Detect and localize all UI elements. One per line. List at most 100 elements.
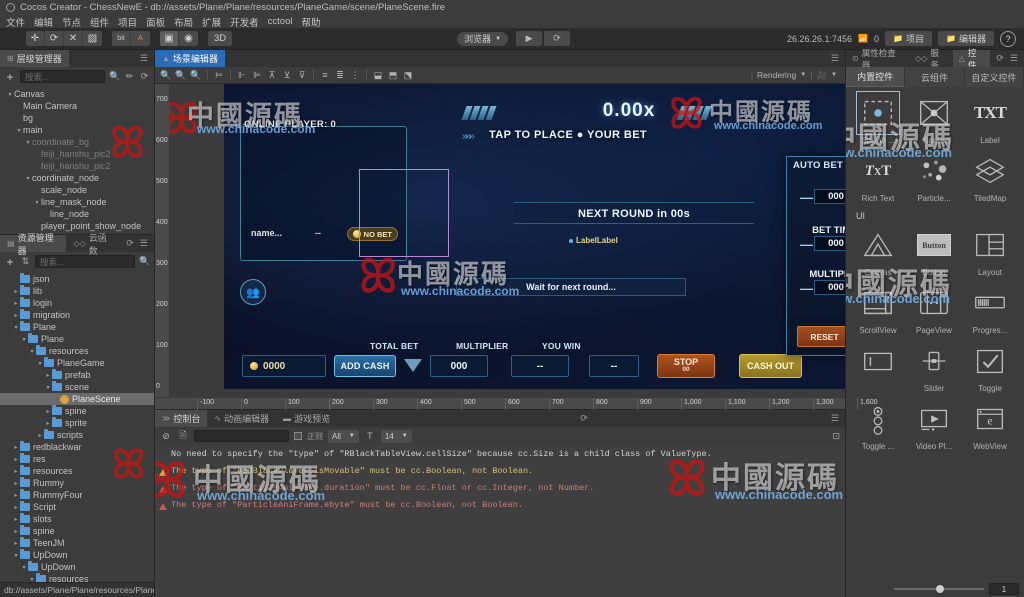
- move-tool-icon[interactable]: ✛: [26, 31, 45, 46]
- distribute-h-icon[interactable]: ≡: [318, 68, 332, 82]
- tab-assets[interactable]: ▤ 资源管理器: [0, 235, 66, 252]
- tab-scene-editor[interactable]: ▲ 场景编辑器: [155, 50, 225, 67]
- add-cash-button[interactable]: ADD CASH: [334, 355, 396, 377]
- hierarchy-node[interactable]: ▾coordinate_node: [0, 172, 154, 184]
- asset-node[interactable]: ▾UpDown: [0, 561, 154, 573]
- asset-node[interactable]: ▸Script: [0, 501, 154, 513]
- hierarchy-node[interactable]: ▾Canvas: [0, 88, 154, 100]
- console-menu-icon[interactable]: ☰: [831, 410, 845, 427]
- auto-multiplier-minus-button[interactable]: —: [800, 282, 813, 295]
- asset-node[interactable]: ▾PlaneGame: [0, 357, 154, 369]
- zoom-slider[interactable]: [894, 588, 984, 590]
- hierarchy-node[interactable]: line_node: [0, 208, 154, 220]
- search-icon[interactable]: 🔍: [139, 256, 150, 267]
- hierarchy-search-input[interactable]: 搜索...: [20, 70, 105, 83]
- scene-menu-icon[interactable]: ☰: [825, 50, 845, 67]
- hierarchy-node[interactable]: Main Camera: [0, 100, 154, 112]
- rotate-tool-icon[interactable]: ⟳: [45, 31, 64, 46]
- auto-bet-setting-dialog[interactable]: AUTO BET SFTTING ✕ BET — 000 + BET TIMES…: [786, 156, 845, 356]
- asset-node[interactable]: ▸migration: [0, 309, 154, 321]
- stop-button[interactable]: STOP 00: [657, 354, 715, 378]
- asset-node[interactable]: ▾resources: [0, 573, 154, 582]
- console-log-row[interactable]: No need to specify the "type" of "RBlack…: [159, 449, 845, 466]
- disclosure-triangle-icon[interactable]: ▸: [12, 312, 20, 319]
- help-button[interactable]: ?: [1000, 31, 1016, 47]
- component-richtext[interactable]: TXTRich Text: [850, 151, 906, 203]
- inspector-menu-icon[interactable]: ☰: [1010, 50, 1024, 67]
- assets-search-input[interactable]: 搜索...: [35, 255, 135, 268]
- component-tiledmap[interactable]: TiledMap: [962, 151, 1018, 203]
- component-layout[interactable]: Layout: [962, 225, 1018, 277]
- mode-3d-button[interactable]: 3D: [208, 31, 232, 46]
- dropdown-triangle-icon[interactable]: [404, 359, 422, 372]
- play-button[interactable]: ▶: [516, 31, 542, 46]
- disclosure-triangle-icon[interactable]: ▸: [12, 456, 20, 463]
- hierarchy-tree[interactable]: ▾CanvasMain Camerabg▾main▾coordinate_bgf…: [0, 86, 154, 234]
- assets-refresh-icon[interactable]: ⟳: [120, 235, 140, 252]
- hierarchy-node[interactable]: feiji_hanshu_pic2: [0, 148, 154, 160]
- group-icon[interactable]: ⬓: [371, 68, 385, 82]
- disclosure-triangle-icon[interactable]: ▸: [12, 540, 20, 547]
- menu-item-cctool[interactable]: cctool: [268, 16, 293, 27]
- menu-item-help[interactable]: 帮助: [301, 15, 320, 29]
- component-sprite[interactable]: Sprite: [906, 93, 962, 145]
- asset-node[interactable]: ▸resources: [0, 465, 154, 477]
- align-vcenter-icon[interactable]: ⊻: [280, 68, 294, 82]
- menu-item-developer[interactable]: 开发者: [230, 15, 259, 29]
- align-left-icon[interactable]: ⊨: [212, 68, 226, 82]
- refresh-button[interactable]: ⟳: [544, 31, 570, 46]
- component-toggle[interactable]: Toggle: [962, 341, 1018, 393]
- export-log-icon[interactable]: 🗎: [177, 428, 189, 444]
- zoom-out-icon[interactable]: 🔍: [174, 68, 188, 82]
- editor-folder-button[interactable]: 📁 编辑器: [938, 31, 994, 46]
- tab-animation-editor[interactable]: ∿ 动画编辑器: [207, 410, 276, 427]
- asset-node[interactable]: ▸res: [0, 453, 154, 465]
- align-bottom-icon[interactable]: ⊽: [295, 68, 309, 82]
- component-slider[interactable]: Slider: [906, 341, 962, 393]
- hierarchy-node[interactable]: ▾line_mask_node: [0, 196, 154, 208]
- asset-node[interactable]: json: [0, 273, 154, 285]
- disclosure-triangle-icon[interactable]: ▸: [44, 372, 52, 379]
- console-log-row[interactable]: The type of "ParticleAniFrame.ebyte" mus…: [159, 500, 845, 517]
- add-node-icon[interactable]: +: [4, 70, 16, 84]
- asset-node[interactable]: ▾scene: [0, 381, 154, 393]
- disclosure-triangle-icon[interactable]: ▾: [36, 360, 44, 367]
- disclosure-triangle-icon[interactable]: ▾: [33, 199, 41, 206]
- menu-item-node[interactable]: 节点: [62, 15, 81, 29]
- edit-pencil-icon[interactable]: ✏: [124, 71, 135, 82]
- disclosure-triangle-icon[interactable]: ▾: [12, 324, 20, 331]
- console-log-row[interactable]: The type of "ParticleAniFrame.duration" …: [159, 483, 845, 500]
- disclosure-triangle-icon[interactable]: ▸: [12, 468, 20, 475]
- lock-icon[interactable]: ⬔: [401, 68, 415, 82]
- rendering-dropdown[interactable]: | Rendering ▼ | 🎥 ▼: [751, 70, 841, 81]
- asset-node[interactable]: ▸prefab: [0, 369, 154, 381]
- disclosure-triangle-icon[interactable]: ▸: [36, 432, 44, 439]
- distribute-v-icon[interactable]: ≣: [333, 68, 347, 82]
- disclosure-triangle-icon[interactable]: ▸: [12, 516, 20, 523]
- add-asset-icon[interactable]: +: [4, 255, 16, 269]
- component-canvas[interactable]: Canvas: [850, 225, 906, 277]
- console-refresh-icon[interactable]: ⟳: [574, 410, 594, 427]
- align-top-icon[interactable]: ⊼: [265, 68, 279, 82]
- hierarchy-node[interactable]: scale_node: [0, 184, 154, 196]
- assets-menu-icon[interactable]: ☰: [140, 235, 154, 252]
- menu-item-project[interactable]: 项目: [118, 15, 137, 29]
- console-dock-icon[interactable]: ⊡: [832, 431, 840, 442]
- sort-icon[interactable]: ⇅: [20, 256, 31, 267]
- menu-item-edit[interactable]: 编辑: [34, 15, 53, 29]
- zoom-fit-icon[interactable]: 🔍: [189, 68, 203, 82]
- global-coord-icon[interactable]: ◉: [179, 31, 198, 46]
- disclosure-triangle-icon[interactable]: ▾: [44, 384, 52, 391]
- disclosure-triangle-icon[interactable]: ▾: [12, 552, 20, 559]
- tab-console[interactable]: ≫ 控制台: [155, 410, 207, 427]
- tab-property-inspector[interactable]: ⊙ 属性检查器: [846, 50, 909, 67]
- disclosure-triangle-icon[interactable]: ▾: [24, 139, 32, 146]
- component-scrollview[interactable]: ScrollView: [850, 283, 906, 335]
- asset-node[interactable]: ▾UpDown: [0, 549, 154, 561]
- component-videoplayer[interactable]: Video Pl...: [906, 399, 962, 451]
- clear-console-icon[interactable]: ⊘: [160, 431, 172, 442]
- disclosure-triangle-icon[interactable]: ▾: [6, 91, 14, 98]
- asset-node[interactable]: ▸Rummy: [0, 477, 154, 489]
- players-icon[interactable]: 👥: [240, 279, 266, 305]
- console-log-row[interactable]: The type of "RedBlackPlayer.isMovable" m…: [159, 466, 845, 483]
